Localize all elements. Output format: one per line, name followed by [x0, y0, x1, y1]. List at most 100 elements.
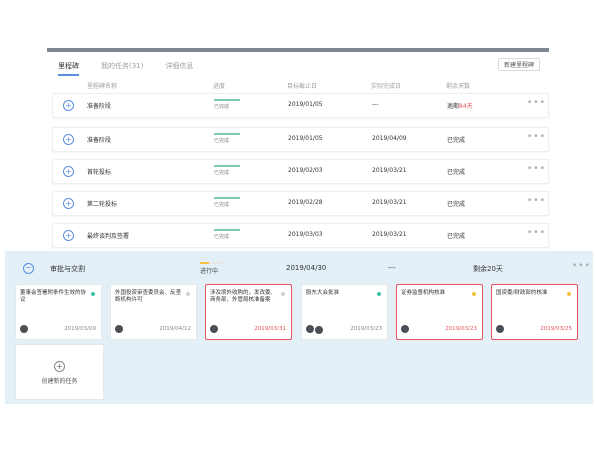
task-date: 2019/03/09 — [64, 326, 96, 332]
task-card[interactable]: 涉及境外收购的，发改委、商务部、外管局核准备案 2019/03/31 — [205, 284, 292, 340]
overdue-days: 84天 — [459, 103, 473, 110]
milestone-progress: 已完成 — [214, 197, 240, 208]
avatar — [115, 325, 123, 333]
task-title: 董事会签署附条件生效的协议 — [20, 290, 87, 303]
task-title: 股东大会批准 — [306, 290, 340, 296]
expand-icon[interactable]: + — [63, 230, 74, 241]
milestone-progress: 已完成 — [214, 133, 240, 144]
milestone-name: 准备阶段 — [87, 103, 112, 110]
remain-status: 已完成 — [447, 169, 466, 176]
avatar — [496, 325, 504, 333]
task-date: 2019/03/23 — [350, 326, 382, 332]
progress-text: 已完成 — [214, 104, 230, 110]
actual-date: 2019/03/21 — [372, 199, 407, 206]
more-icon[interactable]: ••• — [527, 132, 546, 142]
status-dot — [91, 292, 95, 296]
plus-icon: + — [54, 361, 65, 372]
progress-text: 进行中 — [200, 268, 219, 275]
section-actual: --- — [388, 264, 396, 272]
progress-fill — [200, 262, 210, 264]
actual-date: 2019/03/21 — [372, 231, 407, 238]
progress-fill — [214, 99, 240, 101]
progress-bar — [214, 197, 240, 199]
header-progress: 进度 — [213, 83, 226, 90]
task-title: 证券监督机构核准 — [401, 290, 446, 296]
expand-icon[interactable]: + — [63, 100, 74, 111]
more-icon[interactable]: ••• — [527, 196, 546, 206]
milestone-name: 第二轮投标 — [87, 201, 118, 208]
avatar — [210, 325, 218, 333]
create-task-label: 创建新的任务 — [41, 378, 78, 385]
remain-status: 逾期 — [447, 103, 460, 110]
milestone-progress: 已完成 — [214, 165, 240, 176]
milestone-name: 准备阶段 — [87, 137, 112, 144]
progress-text: 已完成 — [214, 202, 230, 208]
more-icon[interactable]: ••• — [527, 228, 546, 238]
header-remain: 剩余天数 — [446, 83, 471, 90]
task-card[interactable]: 国资委/财政部的核准 2019/03/25 — [491, 284, 578, 340]
tab-milestones[interactable]: 里程碑 — [58, 61, 79, 76]
progress-bar — [214, 99, 240, 101]
progress-bar — [214, 133, 240, 135]
milestone-progress: 已完成 — [214, 229, 240, 240]
progress-fill — [214, 165, 240, 167]
remain-status: 已完成 — [447, 137, 466, 144]
task-date: 2019/03/25 — [540, 326, 572, 332]
create-task-button[interactable]: + 创建新的任务 — [15, 344, 104, 400]
remain-days: 已完成 — [447, 167, 465, 176]
section-target: 2019/04/30 — [286, 264, 327, 272]
task-card[interactable]: 股东大会批准 2019/03/23 — [301, 284, 388, 340]
task-title: 外国投资审查委员会、反垄断机构许可 — [115, 290, 182, 303]
status-dot — [186, 292, 190, 296]
status-dot — [377, 292, 381, 296]
task-card[interactable]: 外国投资审查委员会、反垄断机构许可 2019/04/12 — [110, 284, 197, 340]
milestone-section-approval: − 审批与交割 进行中 2019/04/30 --- 剩余20天 ••• 董事会… — [5, 251, 593, 404]
milestone-row[interactable]: + 第二轮投标 已完成 2019/02/28 2019/03/21 已完成 ••• — [52, 191, 549, 216]
task-card[interactable]: 证券监督机构核准 2019/03/23 — [396, 284, 483, 340]
target-date: 2019/03/03 — [288, 231, 323, 238]
avatar — [306, 325, 314, 333]
progress-fill — [214, 229, 240, 231]
section-remain: 剩余20天 — [473, 265, 503, 273]
task-card[interactable]: 董事会签署附条件生效的协议 2019/03/09 — [15, 284, 102, 340]
target-date: 2019/01/05 — [288, 101, 323, 108]
section-name: 审批与交割 — [50, 265, 85, 273]
progress-text: 已完成 — [214, 234, 230, 240]
avatar — [314, 325, 324, 335]
header-name: 里程碑名称 — [87, 83, 118, 90]
task-title: 国资委/财政部的核准 — [496, 290, 548, 296]
collapse-icon[interactable]: − — [23, 263, 34, 274]
expand-icon[interactable]: + — [63, 134, 74, 145]
more-icon[interactable]: ••• — [572, 261, 591, 271]
expand-icon[interactable]: + — [63, 198, 74, 209]
more-icon[interactable]: ••• — [527, 164, 546, 174]
milestone-row[interactable]: + 最终谈判及签署 已完成 2019/03/03 2019/03/21 已完成 ••• — [52, 223, 549, 248]
header-actual: 实际完成日 — [371, 83, 402, 90]
expand-icon[interactable]: + — [63, 166, 74, 177]
actual-date: 2019/03/21 — [372, 167, 407, 174]
milestone-progress: 已完成 — [214, 99, 240, 110]
tab-details[interactable]: 详细信息 — [165, 61, 193, 76]
status-dot — [567, 292, 571, 296]
milestone-row[interactable]: + 准备阶段 已完成 2019/01/05 --- 逾期84天 ••• — [52, 93, 549, 118]
tab-bar: 里程碑 我的任务(31) 详细信息 — [58, 61, 193, 76]
header-target: 目标截止日 — [287, 83, 318, 90]
progress-fill — [214, 133, 240, 135]
milestone-row[interactable]: + 准备阶段 已完成 2019/01/05 2019/04/09 已完成 ••• — [52, 127, 549, 152]
progress-fill — [214, 197, 240, 199]
tab-my-tasks[interactable]: 我的任务(31) — [101, 61, 143, 76]
avatar — [401, 325, 409, 333]
target-date: 2019/01/05 — [288, 135, 323, 142]
new-milestone-button[interactable]: 新建里程碑 — [498, 58, 540, 71]
remain-days: 已完成 — [447, 135, 465, 144]
remain-days: 已完成 — [447, 199, 465, 208]
remain-status: 已完成 — [447, 233, 466, 240]
actual-date: 2019/04/09 — [372, 135, 407, 142]
progress-bar — [214, 229, 240, 231]
milestone-row[interactable]: + 首轮投标 已完成 2019/02/03 2019/03/21 已完成 ••• — [52, 159, 549, 184]
actual-date: --- — [372, 101, 379, 108]
status-dot — [281, 292, 285, 296]
status-dot — [472, 292, 476, 296]
task-date: 2019/03/31 — [254, 326, 286, 332]
more-icon[interactable]: ••• — [527, 98, 546, 108]
